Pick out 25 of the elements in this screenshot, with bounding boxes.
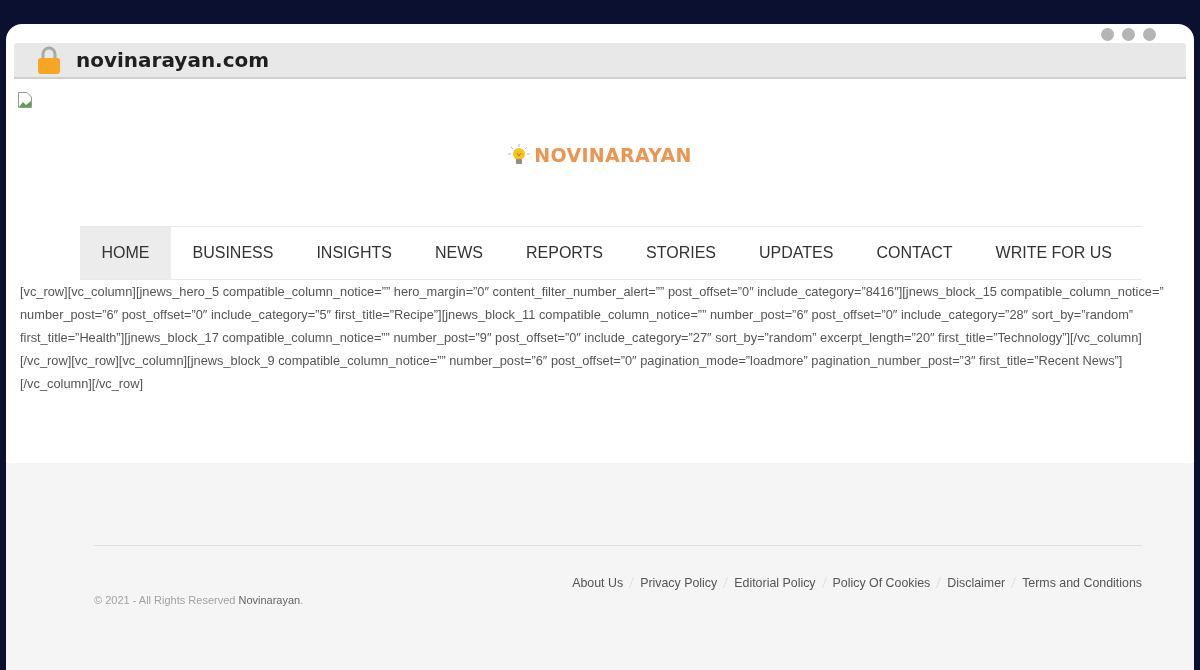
footer-link[interactable]: Editorial Policy: [734, 573, 816, 593]
shortcode-text: [vc_row][vc_column][jnews_hero_5 compatible_column_notice=”” hero_margin=”0″ content_filter_number_alert=”” post_offset=”0″ include_category=”8416″][jnews_block_15 compatible_column_notice=” number_post=”6″ post_offset=”0″ include_category=”5″ first_title=”Recipe”][jnews_block_11 compatible_column_notice=”” number_post=”6″ post_offset=”0″ include_category=”28″ sort_by=”random” first_title=”Health”][jnews_block_17 compatible_column_notice=”” number_post=”9″ post_offset=”0″ include_category=”27″ sort_by=”random” excerpt_length=”20″ first_title=”Technology”][/vc_column] [/vc_row][vc_row][vc_column][jnews_block_9 compatible_column_notice=”” number_post=”6″ post_offset=”0″ pagination_mode=”loadmore” pagination_number_post=”3″ first_title=”Recent News”] [/vc_column][/vc_row]: [19, 282, 1165, 393]
nav-link[interactable]: HOME: [80, 226, 171, 279]
footer-link[interactable]: Disclaimer: [947, 573, 1006, 593]
nav-link[interactable]: STORIES: [624, 226, 738, 279]
lock-icon: [38, 46, 60, 74]
nav-link[interactable]: BUSINESS: [171, 226, 295, 279]
footer-link[interactable]: Terms and Conditions: [1022, 573, 1142, 593]
window-dot-icon[interactable]: [1122, 28, 1135, 41]
footer-link[interactable]: Privacy Policy: [640, 573, 718, 593]
window-dot-icon[interactable]: [1143, 28, 1156, 41]
nav-link[interactable]: WRITE FOR US: [974, 226, 1134, 279]
broken-image-icon: [18, 91, 32, 108]
copyright-text: © 2021 - All Rights Reserved Novinarayan.: [94, 592, 304, 608]
nav-link[interactable]: NEWS: [413, 226, 505, 279]
site-logo-text: NOVINARAYAN: [534, 143, 692, 168]
nav-link[interactable]: UPDATES: [737, 226, 855, 279]
nav-link[interactable]: CONTACT: [854, 226, 975, 279]
nav-link[interactable]: REPORTS: [504, 226, 625, 279]
window-dot-icon[interactable]: [1101, 28, 1114, 41]
footer-link[interactable]: Policy Of Cookies: [832, 573, 931, 593]
light-bulb-icon: [508, 144, 531, 167]
footer-link[interactable]: About Us: [572, 573, 624, 593]
url-text: novinarayan.com: [76, 47, 270, 74]
nav-link[interactable]: INSIGHTS: [294, 226, 414, 279]
